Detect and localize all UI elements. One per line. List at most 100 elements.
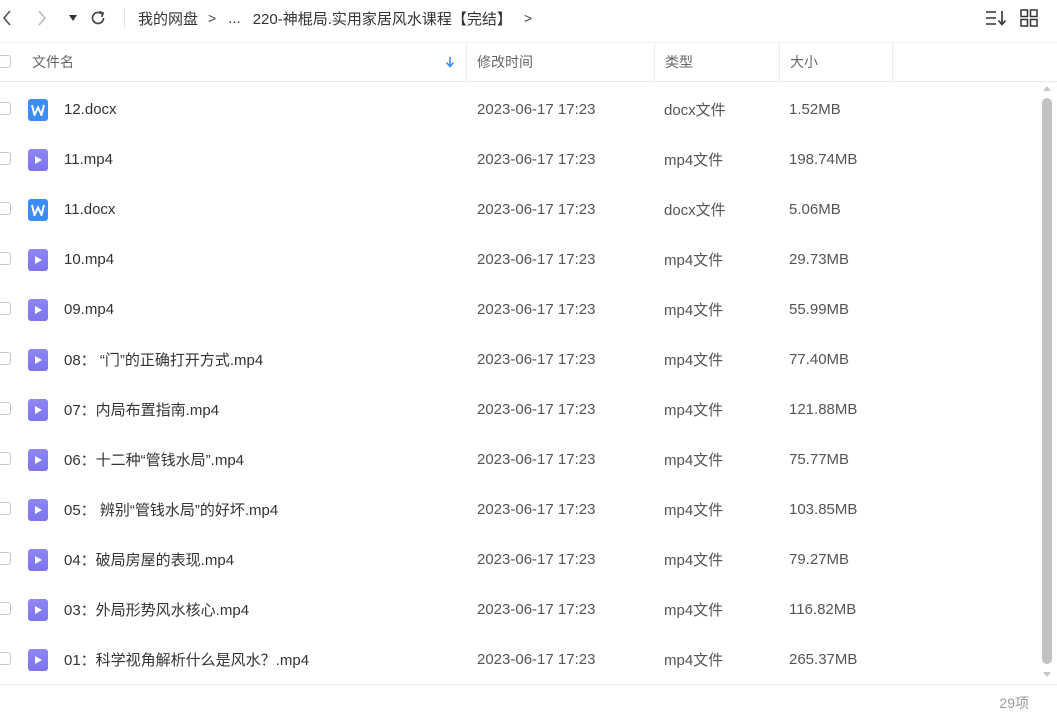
video-file-icon [28,549,48,571]
file-modified: 2023-06-17 17:23 [477,600,596,618]
column-divider [779,43,780,81]
row-checkbox[interactable] [0,652,11,665]
file-row[interactable]: 07：内局布置指南.mp4 2023-06-17 17:23 mp4文件 121… [0,384,1040,434]
refresh-button[interactable] [88,0,108,36]
file-row[interactable]: 08： “门”的正确打开方式.mp4 2023-06-17 17:23 mp4文… [0,334,1040,384]
column-type-label: 类型 [665,54,693,70]
file-modified: 2023-06-17 17:23 [477,300,596,318]
file-size: 55.99MB [789,300,850,318]
file-modified: 2023-06-17 17:23 [477,450,596,468]
breadcrumb-separator: > [208,10,217,26]
column-size-label: 大小 [790,54,818,70]
file-type: docx文件 [664,201,726,219]
scroll-up-arrow-icon[interactable] [1043,86,1051,91]
file-size: 5.06MB [789,200,841,218]
breadcrumb-current[interactable]: 220-神棍局.实用家居风水课程【完结】 [253,8,512,29]
sort-indicator[interactable] [445,43,461,81]
file-row[interactable]: 01：科学视角解析什么是风水？.mp4 2023-06-17 17:23 mp4… [0,634,1040,684]
file-name: 11.mp4 [64,150,113,168]
file-type: mp4文件 [664,501,724,519]
toolbar-divider [124,8,125,28]
file-row[interactable]: 10.mp4 2023-06-17 17:23 mp4文件 29.73MB [0,234,1040,284]
column-name-label: 文件名 [32,54,74,70]
file-type: mp4文件 [664,651,724,669]
column-divider [466,43,467,81]
file-size: 103.85MB [789,500,858,518]
file-name: 03：外局形势风水核心.mp4 [64,601,250,619]
breadcrumb-ellipsis[interactable]: ... [228,10,241,27]
word-doc-icon [28,99,48,121]
file-size: 1.52MB [789,100,841,118]
breadcrumb: 我的网盘 > ... 220-神棍局.实用家居风水课程【完结】 > [138,0,544,36]
item-count: 29项 [999,695,1029,711]
file-name: 04：破局房屋的表现.mp4 [64,551,235,569]
file-modified: 2023-06-17 17:23 [477,100,596,118]
file-type: mp4文件 [664,151,724,169]
column-name[interactable]: 文件名 [32,43,462,81]
file-name: 08： “门”的正确打开方式.mp4 [64,351,264,369]
file-modified: 2023-06-17 17:23 [477,250,596,268]
file-row[interactable]: 11.docx 2023-06-17 17:23 docx文件 5.06MB [0,184,1040,234]
row-checkbox[interactable] [0,102,11,115]
row-checkbox[interactable] [0,402,11,415]
file-row[interactable]: 05： 辨别“管钱水局”的好坏.mp4 2023-06-17 17:23 mp4… [0,484,1040,534]
file-name: 01：科学视角解析什么是风水？.mp4 [64,651,310,669]
file-modified: 2023-06-17 17:23 [477,400,596,418]
row-checkbox[interactable] [0,602,11,615]
column-modified-label: 修改时间 [477,54,533,70]
file-type: mp4文件 [664,451,724,469]
file-size: 198.74MB [789,150,858,168]
row-checkbox[interactable] [0,352,11,365]
video-file-icon [28,399,48,421]
file-row[interactable]: 11.mp4 2023-06-17 17:23 mp4文件 198.74MB [0,134,1040,184]
file-size: 29.73MB [789,250,850,268]
caret-down-icon [69,15,77,21]
file-modified: 2023-06-17 17:23 [477,550,596,568]
file-modified: 2023-06-17 17:23 [477,650,596,668]
back-button[interactable] [0,0,14,36]
row-checkbox[interactable] [0,252,11,265]
file-name: 11.docx [64,200,116,218]
file-name: 06：十二种“管钱水局”.mp4 [64,451,245,469]
file-row[interactable]: 06：十二种“管钱水局”.mp4 2023-06-17 17:23 mp4文件 … [0,434,1040,484]
file-size: 121.88MB [789,400,858,418]
file-row[interactable]: 09.mp4 2023-06-17 17:23 mp4文件 55.99MB [0,284,1040,334]
column-divider [892,43,893,81]
file-modified: 2023-06-17 17:23 [477,200,596,218]
history-dropdown-button[interactable] [66,0,80,36]
column-size[interactable]: 大小 [790,43,890,81]
file-row[interactable]: 03：外局形势风水核心.mp4 2023-06-17 17:23 mp4文件 1… [0,584,1040,634]
file-row[interactable]: 04：破局房屋的表现.mp4 2023-06-17 17:23 mp4文件 79… [0,534,1040,584]
breadcrumb-separator: > [523,10,533,26]
row-checkbox[interactable] [0,452,11,465]
file-modified: 2023-06-17 17:23 [477,150,596,168]
file-size: 265.37MB [789,650,858,668]
file-type: docx文件 [664,101,726,119]
breadcrumb-root[interactable]: 我的网盘 [138,8,198,29]
row-checkbox[interactable] [0,552,11,565]
forward-button[interactable] [34,0,50,36]
select-all-checkbox[interactable] [0,55,11,68]
row-checkbox[interactable] [0,152,11,165]
grid-view-icon [1020,9,1038,27]
video-file-icon [28,599,48,621]
scrollbar-thumb[interactable] [1042,98,1052,664]
file-type: mp4文件 [664,401,724,419]
video-file-icon [28,249,48,271]
file-type: mp4文件 [664,601,724,619]
toolbar: 我的网盘 > ... 220-神棍局.实用家居风水课程【完结】 > [0,0,1057,36]
row-checkbox[interactable] [0,502,11,515]
scroll-down-arrow-icon[interactable] [1043,672,1051,677]
column-type[interactable]: 类型 [665,43,775,81]
column-header: 文件名 修改时间 类型 大小 [0,42,1057,82]
file-size: 77.40MB [789,350,850,368]
row-checkbox[interactable] [0,302,11,315]
column-modified[interactable]: 修改时间 [477,43,647,81]
file-modified: 2023-06-17 17:23 [477,350,596,368]
file-row[interactable]: 12.docx 2023-06-17 17:23 docx文件 1.52MB [0,84,1040,134]
grid-view-button[interactable] [1020,0,1038,36]
sort-button[interactable] [985,0,1007,36]
file-name: 07：内局布置指南.mp4 [64,401,220,419]
down-arrow-icon [445,57,455,68]
row-checkbox[interactable] [0,202,11,215]
